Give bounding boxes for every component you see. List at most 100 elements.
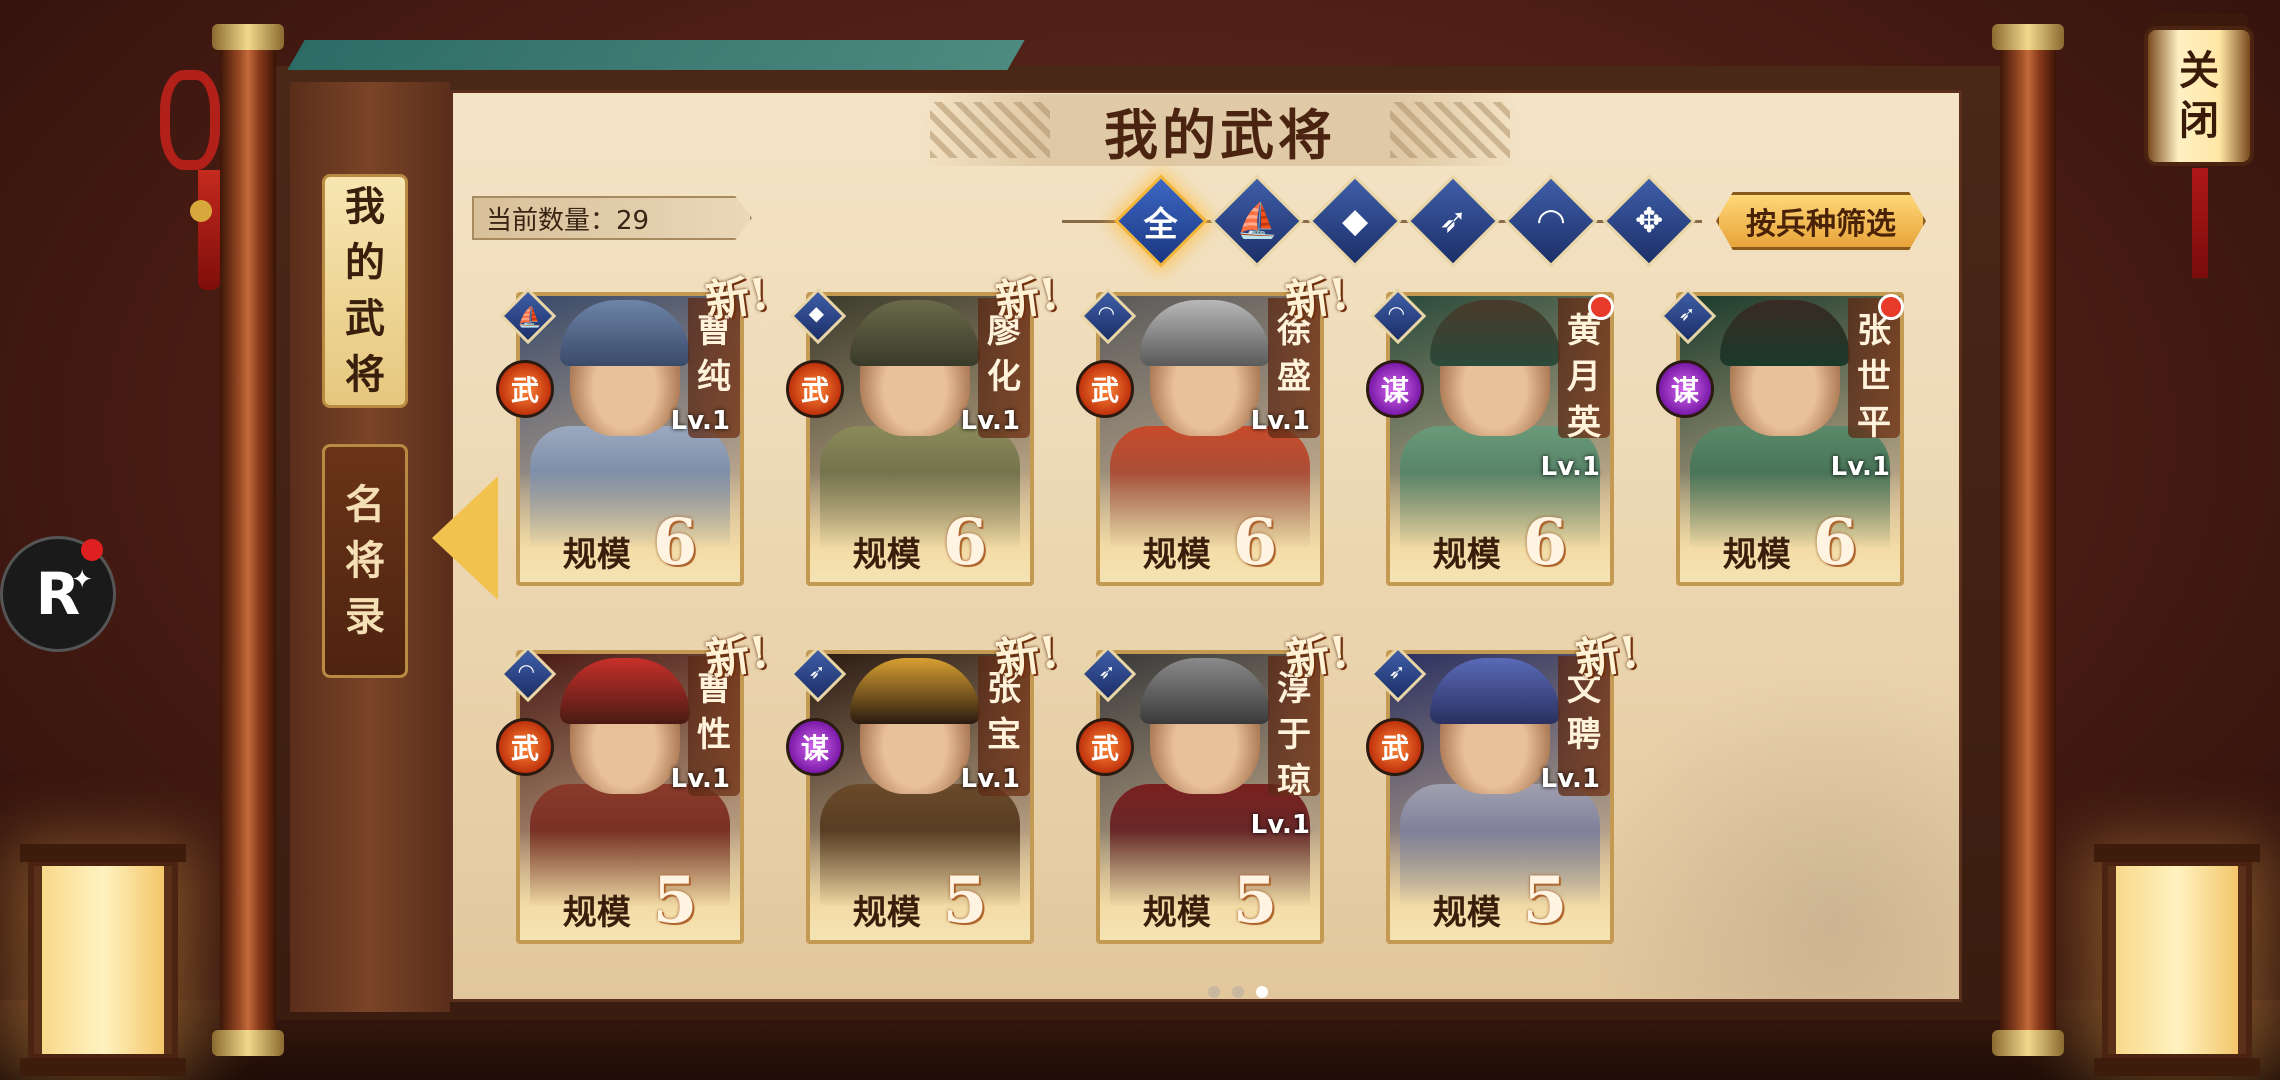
general-level: Lv.1 [960, 406, 1020, 436]
new-tag: 新! [992, 626, 1062, 687]
class-badge: 武 [496, 360, 554, 418]
scale-label: 规模 [1722, 535, 1791, 575]
notification-dot [1878, 294, 1904, 320]
notification-dot [81, 539, 103, 561]
general-level: Lv.1 [1540, 764, 1600, 794]
class-badge: 谋 [786, 718, 844, 776]
class-badge: 武 [1076, 360, 1134, 418]
all-icon: 全 [1144, 204, 1178, 245]
general-card[interactable]: 曹性 Lv.1 ◠ 武 规模 5 新! [496, 620, 772, 944]
class-badge: 谋 [1656, 360, 1714, 418]
close-button[interactable]: 关闭 [2144, 0, 2254, 278]
scale-row: 规模 6 [1676, 510, 1904, 580]
new-tag: 新! [1572, 626, 1642, 687]
general-level: Lv.1 [670, 764, 730, 794]
active-tab-arrow-icon [432, 476, 498, 600]
troop-type-icon: ◠ [518, 658, 535, 683]
general-card[interactable]: 徐盛 Lv.1 ◠ 武 规模 6 新! [1076, 262, 1352, 586]
general-level: Lv.1 [670, 406, 730, 436]
scale-row: 规模 6 [516, 510, 744, 580]
class-badge: 武 [1366, 718, 1424, 776]
shield-icon: ◆ [1341, 201, 1369, 241]
archer-icon: ◠ [1537, 201, 1565, 241]
scale-value: 6 [652, 505, 698, 580]
general-count: 当前数量：29 [472, 196, 752, 240]
scale-label: 规模 [852, 535, 921, 575]
scale-row: 规模 5 [806, 868, 1034, 938]
scale-row: 规模 6 [806, 510, 1034, 580]
spear-icon: ➶ [1438, 201, 1468, 241]
troop-type-icon: ➶ [1678, 301, 1696, 326]
scroll-rod-right [1992, 24, 2064, 1056]
notification-dot [1588, 294, 1614, 320]
new-tag: 新! [1282, 626, 1352, 687]
page-indicator [1208, 986, 1268, 998]
scale-label: 规模 [1142, 535, 1211, 575]
general-level: Lv.1 [1830, 452, 1890, 482]
page-dot [1208, 986, 1220, 998]
scale-row: 规模 5 [516, 868, 744, 938]
scale-value: 5 [942, 863, 988, 938]
scale-value: 5 [1232, 863, 1278, 938]
page-title-bar: 我的武将 [920, 94, 1520, 167]
general-card[interactable]: 张宝 Lv.1 ➶ 谋 规模 5 新! [786, 620, 1062, 944]
general-card[interactable]: 廖化 Lv.1 ◆ 武 规模 6 新! [786, 262, 1062, 586]
scale-value: 6 [1232, 505, 1278, 580]
scale-value: 5 [652, 863, 698, 938]
page-dot [1232, 986, 1244, 998]
class-badge: 武 [786, 360, 844, 418]
general-level: Lv.1 [1540, 452, 1600, 482]
filter-by-troop-button[interactable]: 按兵种筛选 [1716, 192, 1926, 250]
title-lattice-left [930, 102, 1050, 158]
scale-row: 规模 5 [1096, 868, 1324, 938]
general-level: Lv.1 [1250, 810, 1310, 840]
troop-type-icon: ⛵ [517, 304, 543, 329]
general-card[interactable]: 黄月英 Lv.1 ◠ 谋 规模 6 [1366, 262, 1620, 586]
class-badge: 谋 [1366, 360, 1424, 418]
new-tag: 新! [702, 626, 772, 687]
troop-type-icon: ◠ [1388, 300, 1405, 325]
scale-value: 6 [1522, 505, 1568, 580]
class-badge: 武 [496, 718, 554, 776]
siege-icon: ✥ [1634, 201, 1664, 241]
general-level: Lv.1 [1250, 406, 1310, 436]
scale-value: 6 [1812, 505, 1858, 580]
scale-label: 规模 [562, 535, 631, 575]
troop-type-icon: ➶ [1388, 659, 1406, 684]
floating-r-button[interactable]: R ✦ [0, 536, 116, 652]
new-tag: 新! [1282, 268, 1352, 329]
scroll-rod-left [212, 24, 284, 1056]
lantern-right-decoration [2094, 844, 2260, 1076]
troop-type-icon: ➶ [808, 659, 826, 684]
scale-label: 规模 [852, 893, 921, 933]
scale-value: 5 [1522, 863, 1568, 938]
scale-label: 规模 [1142, 893, 1211, 933]
page-title: 我的武将 [1104, 102, 1336, 167]
general-card[interactable]: 张世平 Lv.1 ➶ 谋 规模 6 [1656, 262, 1910, 586]
close-label: 关闭 [2144, 26, 2254, 166]
troop-type-icon: ➶ [1098, 659, 1116, 684]
class-badge: 武 [1076, 718, 1134, 776]
lantern-left-decoration [20, 844, 186, 1076]
cavalry-icon: ⛵ [1235, 201, 1279, 241]
sparkle-icon: ✦ [71, 565, 93, 595]
scale-value: 6 [942, 505, 988, 580]
scale-label: 规模 [1432, 893, 1501, 933]
scale-row: 规模 6 [1386, 510, 1614, 580]
new-tag: 新! [702, 268, 772, 329]
scale-row: 规模 5 [1386, 868, 1614, 938]
scale-row: 规模 6 [1096, 510, 1324, 580]
troop-type-icon: ◠ [1098, 300, 1115, 325]
scroll-teal-band [287, 40, 1025, 70]
new-tag: 新! [992, 268, 1062, 329]
troop-type-icon: ◆ [808, 300, 825, 325]
title-lattice-right [1390, 102, 1510, 158]
scale-label: 规模 [562, 893, 631, 933]
tab-famous-generals[interactable]: 名将录 [322, 444, 408, 678]
general-card[interactable]: 曹纯 Lv.1 ⛵ 武 规模 6 新! [496, 262, 772, 586]
tab-my-generals[interactable]: 我的武将 [322, 174, 408, 408]
general-card[interactable]: 文聘 Lv.1 ➶ 武 规模 5 新! [1366, 620, 1642, 944]
general-card[interactable]: 淳于琼 Lv.1 ➶ 武 规模 5 新! [1076, 620, 1352, 944]
general-level: Lv.1 [960, 764, 1020, 794]
scale-label: 规模 [1432, 535, 1501, 575]
